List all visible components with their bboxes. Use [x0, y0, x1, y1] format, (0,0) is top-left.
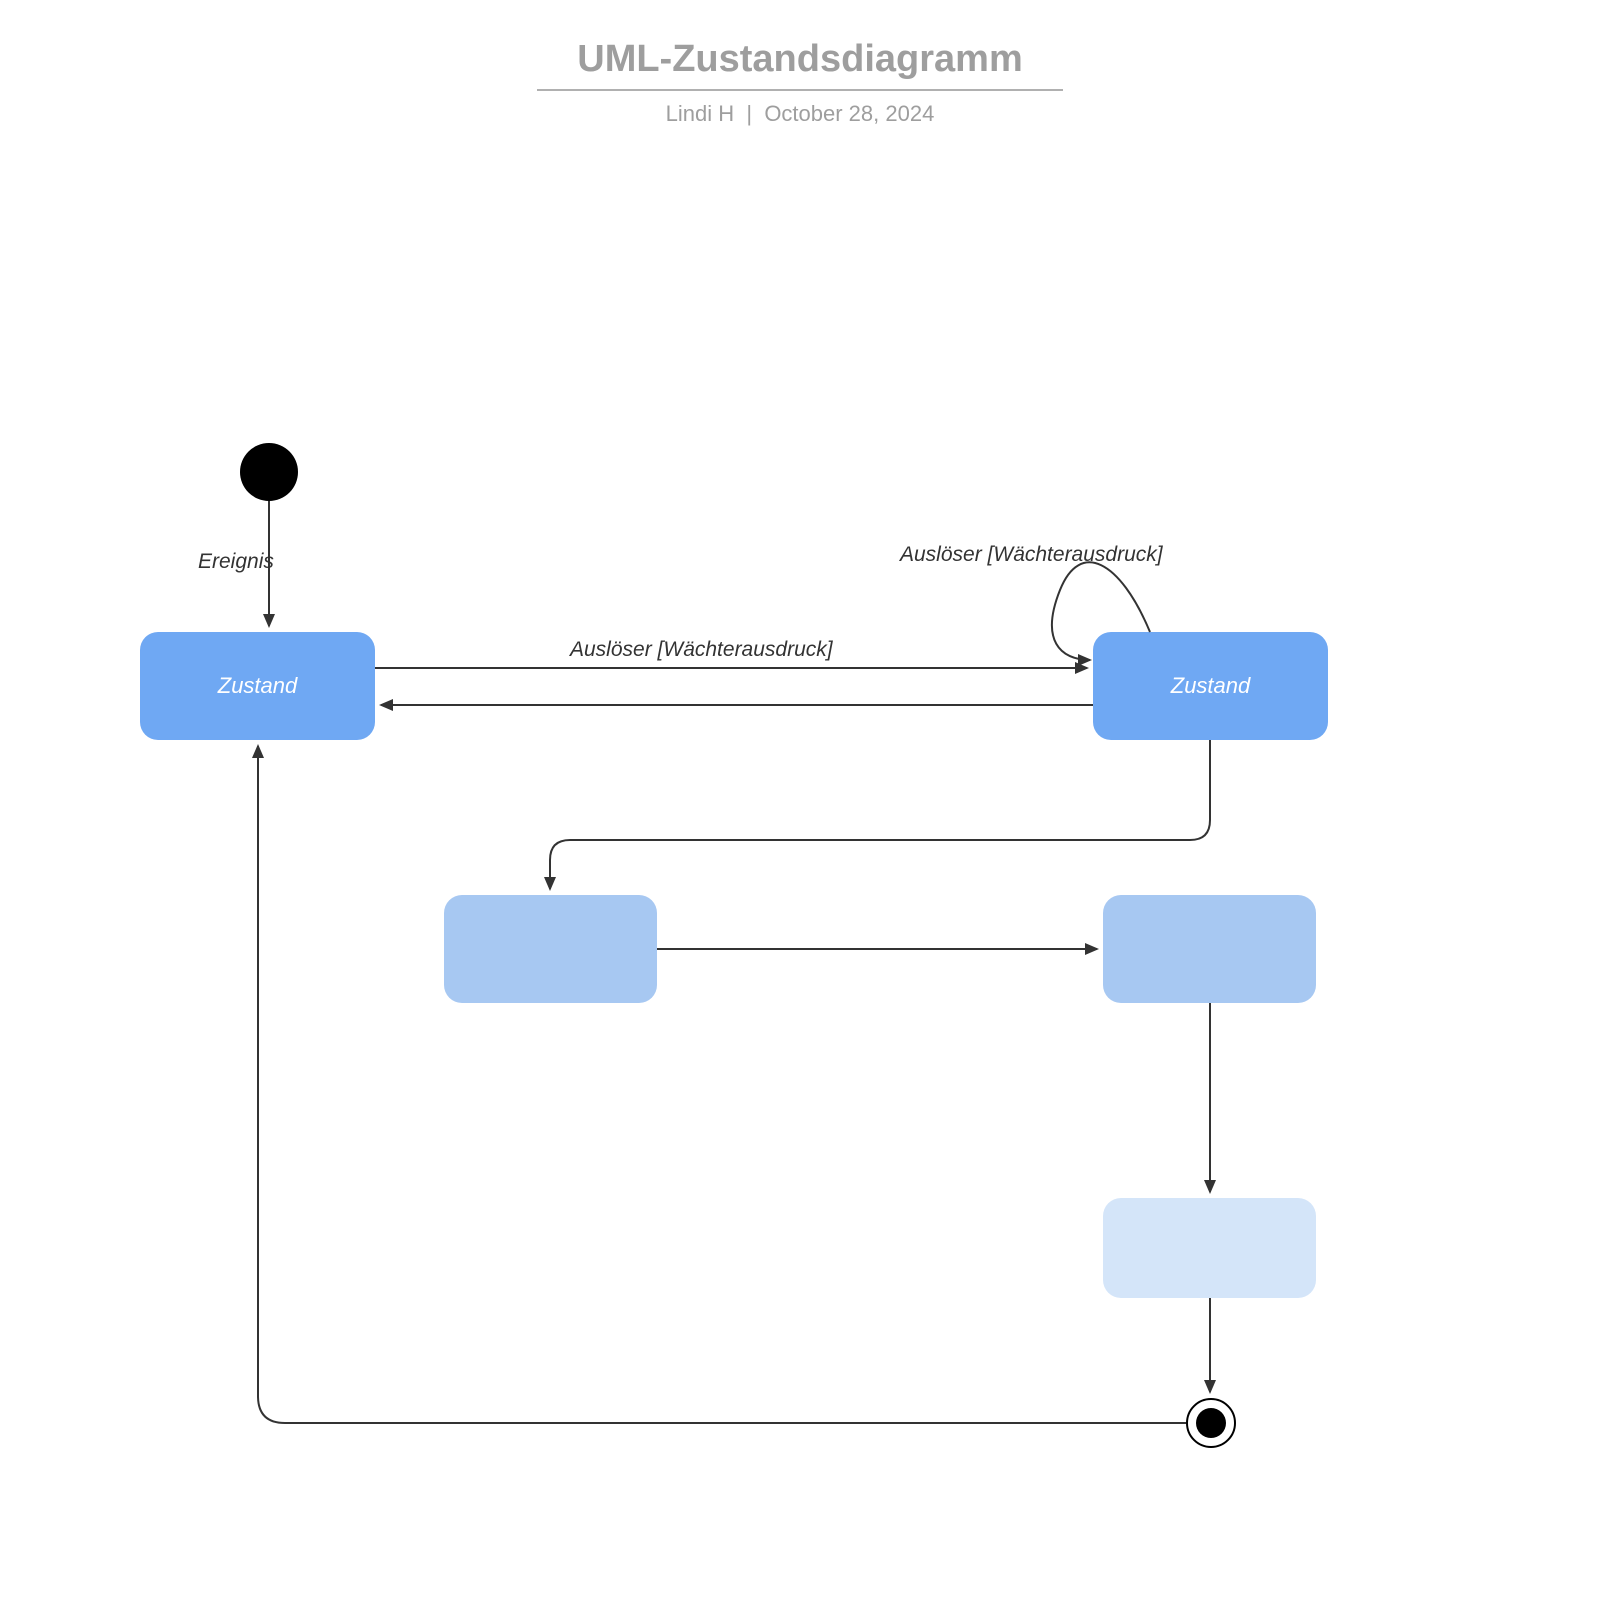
edge-final-s1 [258, 746, 1186, 1423]
edges-svg [0, 0, 1600, 1600]
edge-s2-s3 [550, 740, 1210, 889]
edge-s2-selfloop [1052, 562, 1150, 660]
diagram-canvas: Zustand Zustand Ereignis Auslöser [Wächt… [0, 0, 1600, 1600]
